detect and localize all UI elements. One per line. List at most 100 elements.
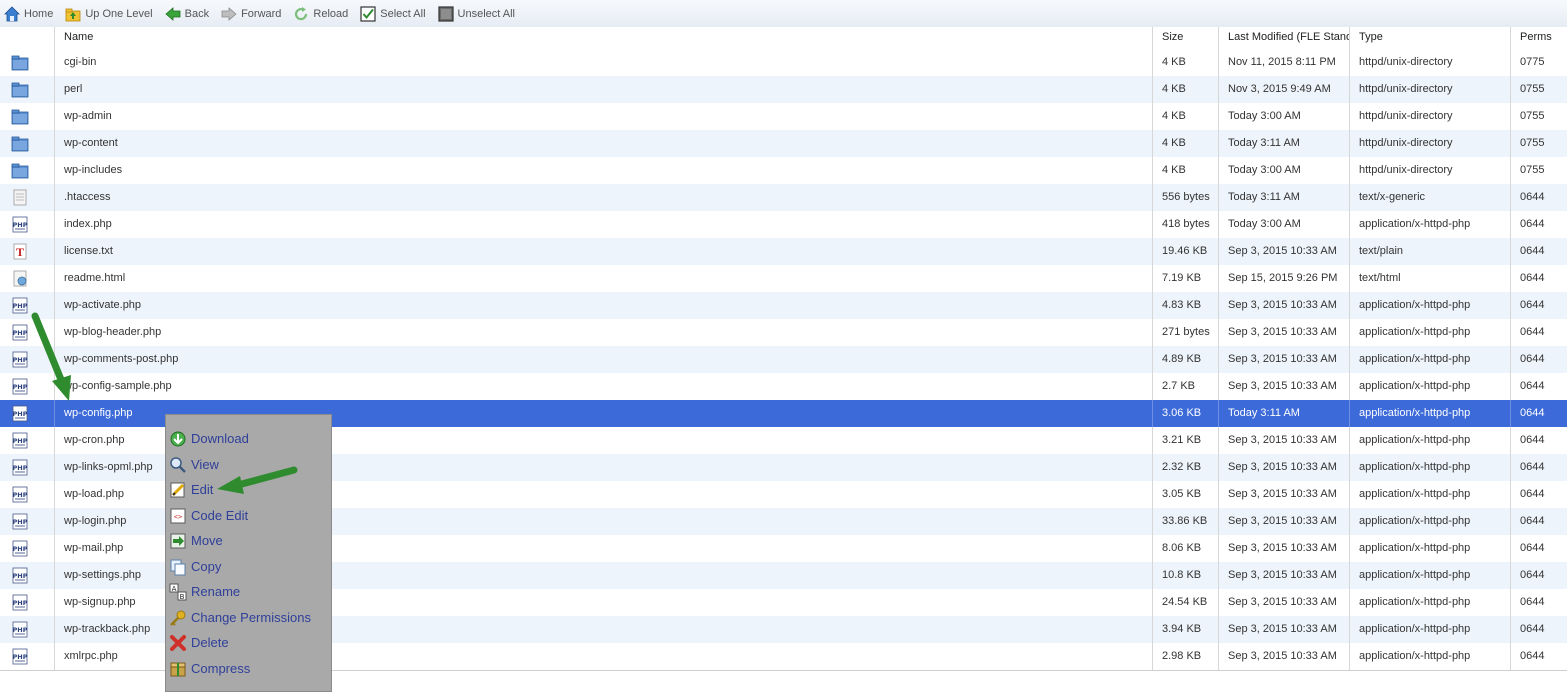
file-last-modified[interactable]: Sep 3, 2015 10:33 AM [1218,427,1349,454]
file-perms[interactable]: 0644 [1510,292,1567,319]
context-menu-item-rename[interactable]: A B Rename [166,579,331,604]
select-all-button[interactable]: Select All [360,5,426,22]
file-icon-cell[interactable] [0,265,54,292]
file-type[interactable]: text/x-generic [1349,184,1510,211]
column-header-size[interactable]: Size [1152,27,1218,49]
context-menu-item-edit[interactable]: Edit [166,477,331,502]
file-size[interactable]: 3.94 KB [1152,616,1218,643]
file-last-modified[interactable]: Sep 3, 2015 10:33 AM [1218,589,1349,616]
file-size[interactable]: 4 KB [1152,103,1218,130]
file-icon-cell[interactable]: PHP [0,211,54,238]
file-type[interactable]: httpd/unix-directory [1349,103,1510,130]
file-last-modified[interactable]: Sep 3, 2015 10:33 AM [1218,454,1349,481]
file-last-modified[interactable]: Nov 11, 2015 8:11 PM [1218,49,1349,76]
reload-button[interactable]: Reload [293,6,348,22]
file-perms[interactable]: 0644 [1510,265,1567,292]
file-last-modified[interactable]: Sep 3, 2015 10:33 AM [1218,562,1349,589]
file-size[interactable]: 33.86 KB [1152,508,1218,535]
file-size[interactable]: 3.21 KB [1152,427,1218,454]
file-last-modified[interactable]: Nov 3, 2015 9:49 AM [1218,76,1349,103]
file-type[interactable]: application/x-httpd-php [1349,589,1510,616]
file-name[interactable]: cgi-bin [54,49,1152,76]
file-last-modified[interactable]: Sep 3, 2015 10:33 AM [1218,535,1349,562]
file-size[interactable]: 418 bytes [1152,211,1218,238]
file-size[interactable]: 4.83 KB [1152,292,1218,319]
file-perms[interactable]: 0644 [1510,481,1567,508]
context-menu-item-delete[interactable]: Delete [166,630,331,655]
file-icon-cell[interactable]: PHP [0,319,54,346]
file-type[interactable]: httpd/unix-directory [1349,49,1510,76]
file-size[interactable]: 3.05 KB [1152,481,1218,508]
file-perms[interactable]: 0755 [1510,157,1567,184]
file-last-modified[interactable]: Sep 3, 2015 10:33 AM [1218,373,1349,400]
file-name[interactable]: wp-comments-post.php [54,346,1152,373]
file-type[interactable]: application/x-httpd-php [1349,373,1510,400]
file-perms[interactable]: 0644 [1510,184,1567,211]
file-perms[interactable]: 0755 [1510,130,1567,157]
file-name[interactable]: license.txt [54,238,1152,265]
file-icon-cell[interactable]: PHP [0,346,54,373]
file-last-modified[interactable]: Today 3:11 AM [1218,400,1349,427]
file-icon-cell[interactable]: PHP [0,292,54,319]
context-menu-item-download[interactable]: Download [166,426,331,451]
file-icon-cell[interactable]: PHP [0,400,54,427]
file-type[interactable]: application/x-httpd-php [1349,211,1510,238]
file-size[interactable]: 19.46 KB [1152,238,1218,265]
column-header-name[interactable]: Name [54,27,1152,49]
file-icon-cell[interactable]: PHP [0,481,54,508]
file-perms[interactable]: 0644 [1510,319,1567,346]
file-icon-cell[interactable] [0,76,54,103]
context-menu-item-view[interactable]: View [166,452,331,477]
table-row[interactable]: cgi-bin 4 KB Nov 11, 2015 8:11 PM httpd/uni… [0,49,1567,76]
file-icon-cell[interactable]: PHP [0,427,54,454]
table-row[interactable]: .htaccess 556 bytes Today 3:11 AM text/x-ge… [0,184,1567,211]
file-last-modified[interactable]: Today 3:00 AM [1218,211,1349,238]
file-perms[interactable]: 0755 [1510,103,1567,130]
file-size[interactable]: 10.8 KB [1152,562,1218,589]
file-type[interactable]: application/x-httpd-php [1349,562,1510,589]
file-last-modified[interactable]: Sep 3, 2015 10:33 AM [1218,238,1349,265]
column-header-perms[interactable]: Perms [1510,27,1567,49]
file-last-modified[interactable]: Today 3:11 AM [1218,184,1349,211]
file-type[interactable]: text/html [1349,265,1510,292]
file-size[interactable]: 4.89 KB [1152,346,1218,373]
file-icon-cell[interactable] [0,103,54,130]
up-one-level-button[interactable]: Up One Level [65,6,153,22]
file-perms[interactable]: 0644 [1510,535,1567,562]
table-row[interactable]: readme.html 7.19 KB Sep 15, 2015 9:26 PM te… [0,265,1567,292]
file-perms[interactable]: 0644 [1510,562,1567,589]
file-icon-cell[interactable]: PHP [0,535,54,562]
file-type[interactable]: application/x-httpd-php [1349,400,1510,427]
file-perms[interactable]: 0644 [1510,211,1567,238]
file-perms[interactable]: 0775 [1510,49,1567,76]
file-perms[interactable]: 0644 [1510,373,1567,400]
table-row[interactable]: PHP wp-blog-header.php 271 bytes Sep 3, 201… [0,319,1567,346]
file-name[interactable]: wp-config-sample.php [54,373,1152,400]
file-type[interactable]: application/x-httpd-php [1349,292,1510,319]
file-perms[interactable]: 0644 [1510,454,1567,481]
table-row[interactable]: PHP index.php 418 bytes Today 3:00 AM applic… [0,211,1567,238]
table-row[interactable]: wp-content 4 KB Today 3:11 AM httpd/unix-di… [0,130,1567,157]
file-type[interactable]: application/x-httpd-php [1349,535,1510,562]
context-menu-item-compress[interactable]: Compress [166,656,331,681]
table-row[interactable]: Tlicense.txt 19.46 KB Sep 3, 2015 10:33 AM… [0,238,1567,265]
table-row[interactable]: PHP wp-comments-post.php 4.89 KB Sep 3, 201… [0,346,1567,373]
file-last-modified[interactable]: Sep 3, 2015 10:33 AM [1218,481,1349,508]
context-menu-item-code-edit[interactable]: <> Code Edit [166,503,331,528]
home-button[interactable]: Home [4,5,53,22]
file-icon-cell[interactable] [0,157,54,184]
file-name[interactable]: perl [54,76,1152,103]
file-type[interactable]: application/x-httpd-php [1349,643,1510,670]
file-size[interactable]: 24.54 KB [1152,589,1218,616]
table-row[interactable]: perl 4 KB Nov 3, 2015 9:49 AM httpd/unix-di… [0,76,1567,103]
file-size[interactable]: 4 KB [1152,157,1218,184]
file-type[interactable]: application/x-httpd-php [1349,319,1510,346]
file-type[interactable]: application/x-httpd-php [1349,346,1510,373]
file-perms[interactable]: 0644 [1510,238,1567,265]
file-last-modified[interactable]: Sep 3, 2015 10:33 AM [1218,319,1349,346]
file-perms[interactable]: 0644 [1510,589,1567,616]
file-icon-cell[interactable]: PHP [0,589,54,616]
file-perms[interactable]: 0644 [1510,616,1567,643]
file-size[interactable]: 3.06 KB [1152,400,1218,427]
file-last-modified[interactable]: Sep 3, 2015 10:33 AM [1218,643,1349,670]
